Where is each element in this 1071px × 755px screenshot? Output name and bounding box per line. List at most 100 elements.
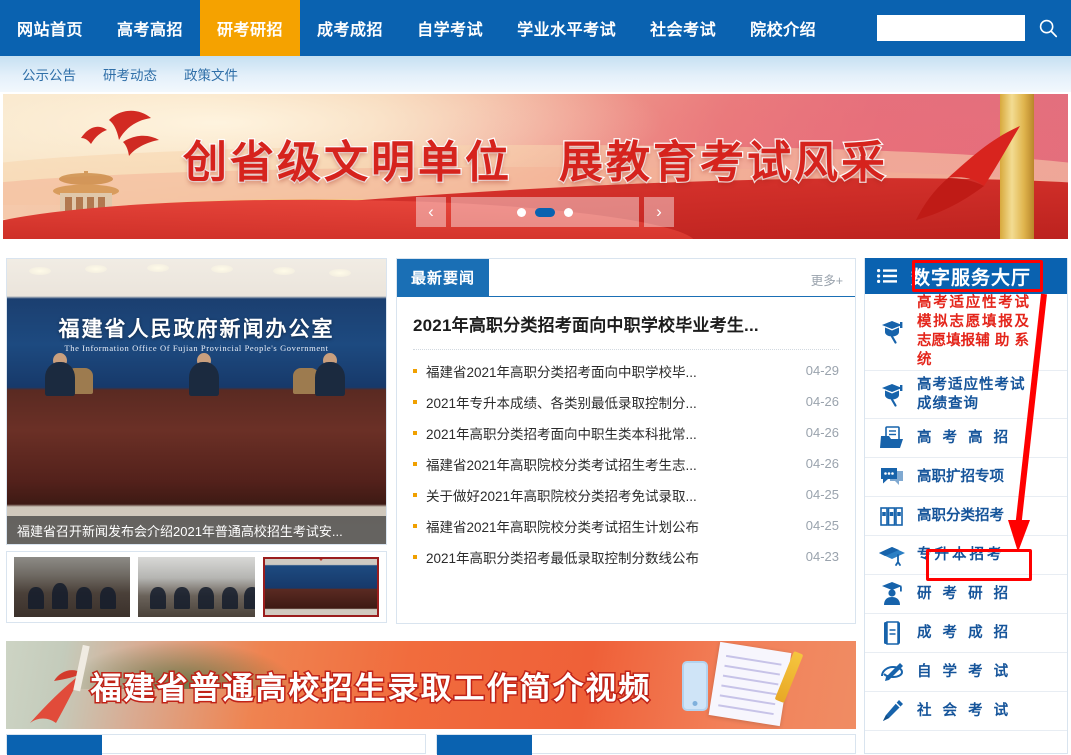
sub-navigation-bar: 公示公告 研考动态 政策文件 xyxy=(0,56,1071,92)
carousel-dots xyxy=(451,197,639,227)
news-item-title: 2021年高职分类招考面向中职生类本科批常... xyxy=(426,426,697,442)
binders-icon xyxy=(877,501,907,531)
news-list-item[interactable]: 福建省2021年高职院校分类考试招生计划公布 04-25 xyxy=(413,510,839,541)
news-item-title: 2021年高职分类招考最低录取控制分数线公布 xyxy=(426,550,700,566)
photo-thumbnail-strip xyxy=(6,551,387,623)
bullet-icon xyxy=(413,368,417,373)
fountain-pen-icon xyxy=(877,696,907,726)
sidebar-item-chengkao-chengzhao[interactable]: 成 考 成 招 xyxy=(865,614,1067,653)
news-item-date: 04-23 xyxy=(805,549,839,564)
photo-wall-title: 福建省人民政府新闻办公室 xyxy=(58,317,335,341)
carousel-dot-3[interactable] xyxy=(564,207,573,217)
news-more-link[interactable]: 更多+ xyxy=(811,270,843,289)
news-item-date: 04-25 xyxy=(805,518,839,533)
thumbnail-2[interactable] xyxy=(138,557,255,617)
bullet-icon xyxy=(413,492,417,497)
bullet-icon xyxy=(413,430,417,435)
carousel-dot-2[interactable] xyxy=(535,207,555,217)
sidebar-item-shehui-kaoshi[interactable]: 社 会 考 试 xyxy=(865,692,1067,731)
sidebar-header: 数字服务大厅 xyxy=(865,258,1067,294)
sidebar-item-label: 成 考 成 招 xyxy=(917,624,1012,641)
nav-item-yuanxiao[interactable]: 院校介绍 xyxy=(733,0,833,56)
graduation-search-icon xyxy=(877,317,907,347)
bottom-card-left[interactable] xyxy=(6,734,426,755)
sidebar-item-label: 自 学 考 试 xyxy=(917,663,1012,680)
subnav-item-news[interactable]: 研考动态 xyxy=(103,64,157,84)
ceiling-lights xyxy=(7,261,386,297)
search-icon xyxy=(1039,19,1058,38)
graduate-person-icon xyxy=(877,579,907,609)
hamburger-menu-icon[interactable] xyxy=(877,269,897,283)
bullet-icon xyxy=(413,399,417,404)
nav-item-zixue[interactable]: 自学考试 xyxy=(400,0,500,56)
sidebar-item-gaokao-gaozhao[interactable]: 高 考 高 招 xyxy=(865,419,1067,458)
top-nav-items: 网站首页 高考高招 研考研招 成考成招 自学考试 学业水平考试 社会考试 院校介… xyxy=(0,0,833,56)
bullet-icon xyxy=(413,461,417,466)
sidebar-item-label: 高职扩招专项 xyxy=(917,468,1004,485)
bottom-card-right[interactable] xyxy=(436,734,856,755)
chevron-left-icon: ‹ xyxy=(428,202,434,221)
top-navigation-bar: 网站首页 高考高招 研考研招 成考成招 自学考试 学业水平考试 社会考试 院校介… xyxy=(0,0,1071,56)
news-item-date: 04-26 xyxy=(805,394,839,409)
nav-item-xueye[interactable]: 学业水平考试 xyxy=(500,0,633,56)
thumbnail-3[interactable] xyxy=(262,557,379,617)
carousel-prev-button[interactable]: ‹ xyxy=(416,197,446,227)
carousel-next-button[interactable]: › xyxy=(644,197,674,227)
bullet-icon xyxy=(413,523,417,528)
sidebar-item-score-query[interactable]: 高考适应性考试成绩查询 xyxy=(865,371,1067,419)
news-list-item[interactable]: 2021年高职分类招考面向中职生类本科批常... 04-26 xyxy=(413,417,839,448)
sidebar-item-label: 研 考 研 招 xyxy=(917,585,1012,602)
news-list-item[interactable]: 关于做好2021年高职院校分类招考免试录取... 04-25 xyxy=(413,479,839,510)
featured-photo-caption: 福建省召开新闻发布会介绍2021年普通高校招生考试安... xyxy=(7,516,386,544)
scroll-pen-icon xyxy=(877,657,907,687)
selected-thumbnail-marker xyxy=(314,559,327,561)
news-list-item[interactable]: 福建省2021年高职院校分类考试招生考生志... 04-26 xyxy=(413,448,839,479)
subnav-item-announcements[interactable]: 公示公告 xyxy=(22,64,76,84)
sidebar-item-label: 高考适应性考试模拟志愿填报及志愿填报辅 助 系 统 xyxy=(917,295,1029,368)
chevron-right-icon: › xyxy=(656,202,662,221)
sidebar-item-label: 高职分类招考 xyxy=(917,507,1004,524)
nav-item-yankao[interactable]: 研考研招 xyxy=(200,0,301,56)
nav-item-shehui[interactable]: 社会考试 xyxy=(633,0,733,56)
hero-title: 创省级文明单位 展教育考试风采 xyxy=(182,136,888,190)
news-item-title: 2021年专升本成绩、各类别最低录取控制分... xyxy=(426,395,697,411)
sidebar-item-vocational-expansion[interactable]: 高职扩招专项 xyxy=(865,458,1067,497)
tab-latest-news[interactable]: 最新要闻 xyxy=(397,259,490,296)
sidebar-item-label: 高考适应性考试成绩查询 xyxy=(917,376,1026,412)
thumbnail-1[interactable] xyxy=(14,557,131,617)
sidebar-item-vocational-classified[interactable]: 高职分类招考 xyxy=(865,497,1067,536)
sidebar-item-mock-volunteer-system[interactable]: 高考适应性考试模拟志愿填报及志愿填报辅 助 系 统 xyxy=(865,294,1067,371)
news-headline[interactable]: 2021年高职分类招考面向中职学校毕业考生... xyxy=(413,311,839,350)
sidebar-item-zixue-kaoshi[interactable]: 自 学 考 试 xyxy=(865,653,1067,692)
featured-photo-card[interactable]: 福建省人民政府新闻办公室 The Information Office Of F… xyxy=(6,258,387,545)
nav-item-gaokao[interactable]: 高考高招 xyxy=(100,0,200,56)
search-area xyxy=(877,0,1061,56)
sidebar-title: 数字服务大厅 xyxy=(911,266,1032,289)
subnav-item-policy[interactable]: 政策文件 xyxy=(184,64,238,84)
search-input[interactable] xyxy=(877,15,1025,41)
search-button[interactable] xyxy=(1035,15,1061,41)
chat-bubble-icon xyxy=(877,462,907,492)
news-item-date: 04-26 xyxy=(805,456,839,471)
news-list: 福建省2021年高职分类招考面向中职学校毕... 04-29 2021年专升本成… xyxy=(413,355,839,572)
news-list-item[interactable]: 2021年高职分类招考最低录取控制分数线公布 04-23 xyxy=(413,541,839,572)
graduation-cap-icon xyxy=(877,540,907,570)
document-icon xyxy=(708,641,792,727)
bottom-card-left-tag xyxy=(7,735,102,755)
nav-item-chengkao[interactable]: 成考成招 xyxy=(300,0,400,56)
book-icon xyxy=(877,618,907,648)
bullet-icon xyxy=(413,554,417,559)
hero-carousel[interactable]: 创省级文明单位 展教育考试风采 ‹ › xyxy=(3,94,1068,239)
news-item-title: 福建省2021年高职院校分类考试招生计划公布 xyxy=(426,519,700,535)
news-item-date: 04-26 xyxy=(805,425,839,440)
nav-item-home[interactable]: 网站首页 xyxy=(0,0,100,56)
sidebar-item-label: 专升本招考 xyxy=(917,546,1005,563)
featured-photo-image: 福建省人民政府新闻办公室 The Information Office Of F… xyxy=(7,259,386,544)
carousel-dot-1[interactable] xyxy=(517,207,526,217)
news-list-item[interactable]: 2021年专升本成绩、各类别最低录取控制分... 04-26 xyxy=(413,386,839,417)
sidebar-item-yankao-yanzhao[interactable]: 研 考 研 招 xyxy=(865,575,1067,614)
folder-document-icon xyxy=(877,423,907,453)
sidebar-item-zhuanshengben[interactable]: 专升本招考 xyxy=(865,536,1067,575)
video-intro-banner[interactable]: 福建省普通高校招生录取工作简介视频 xyxy=(6,641,856,729)
news-list-item[interactable]: 福建省2021年高职分类招考面向中职学校毕... 04-29 xyxy=(413,355,839,386)
